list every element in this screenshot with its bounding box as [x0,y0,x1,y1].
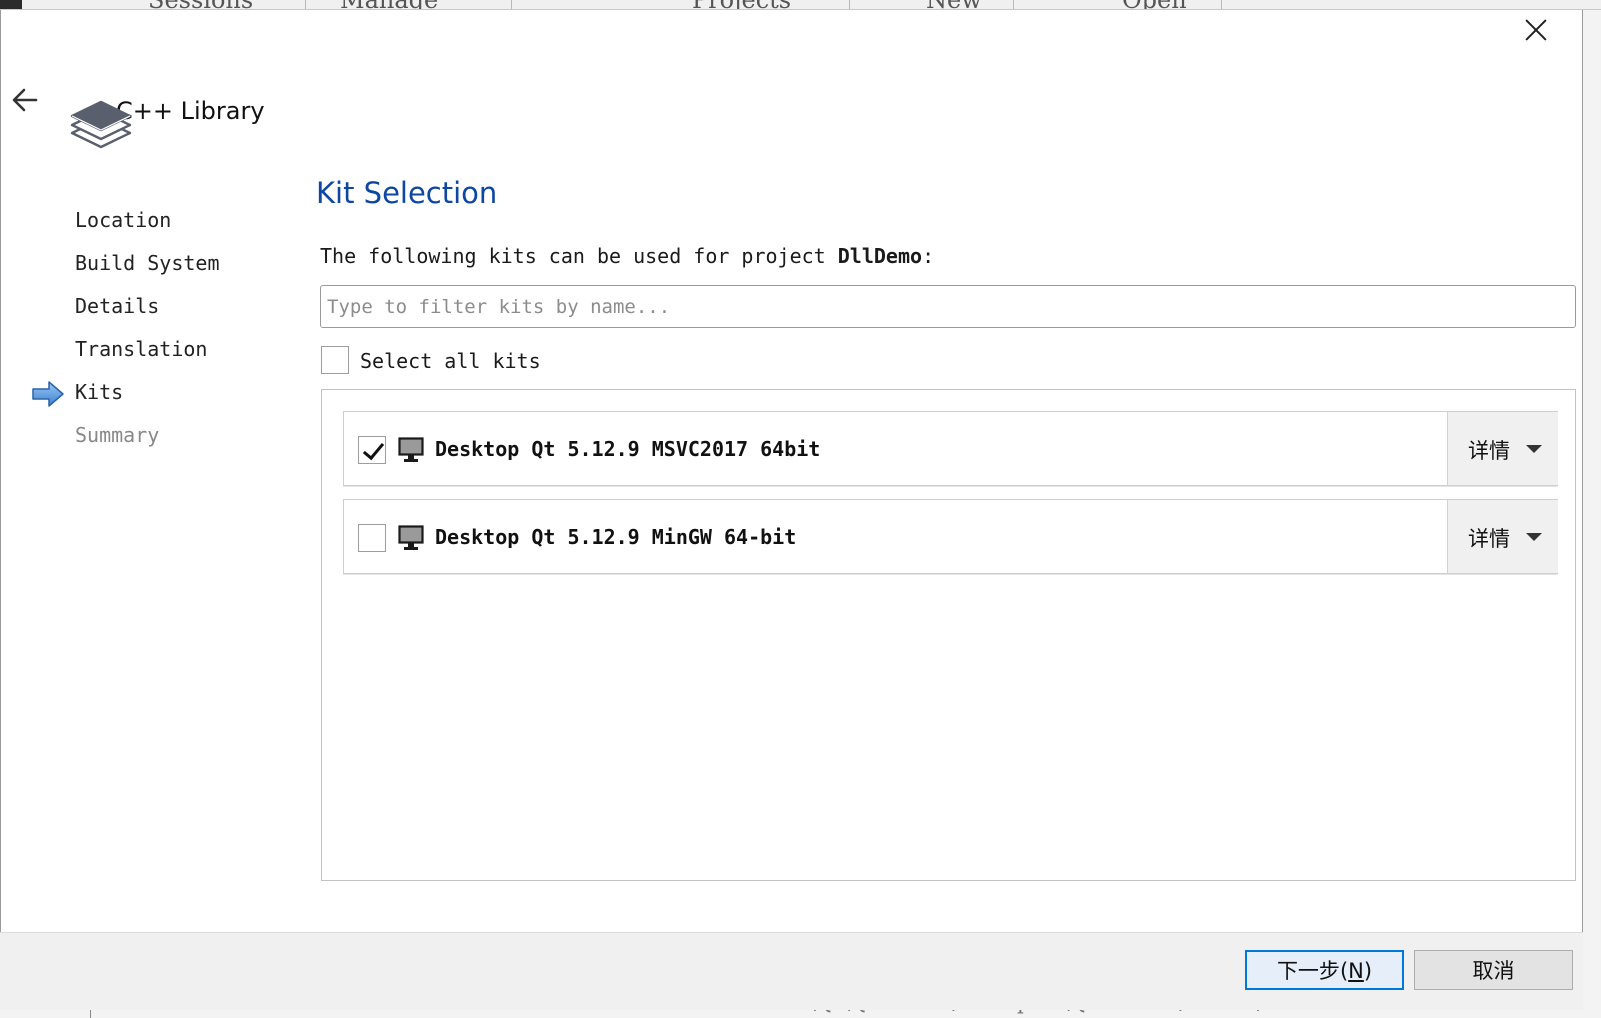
kit-name-mingw: Desktop Qt 5.12.9 MinGW 64-bit [435,525,797,549]
background-tab-sessions: Sessions [148,0,306,9]
kit-checkbox-msvc2017[interactable] [358,436,386,464]
step-build-system: Build System [75,251,220,275]
chevron-down-icon [1526,533,1542,541]
background-toolbar: Sessions Manage Projects New Open [0,0,1601,10]
details-label: 详情 [1468,527,1510,551]
step-details: Details [75,294,160,318]
wizard-title: C++ Library [116,97,265,125]
page-title: Kit Selection [316,176,498,210]
step-location: Location [75,208,172,232]
monitor-icon [398,525,424,550]
monitor-icon [398,437,424,462]
kits-intro-text: The following kits can be used for proje… [320,244,934,268]
step-translation: Translation [75,337,208,361]
arrow-left-icon[interactable] [8,82,46,118]
cancel-button[interactable]: 取消 [1414,950,1573,990]
kit-details-button-mingw[interactable]: 详情 [1447,500,1558,573]
background-tab-projects: Projects [692,0,850,9]
details-label: 详情 [1468,439,1510,463]
intro-suffix: : [922,244,935,268]
background-sidebar-edge [0,0,22,9]
project-name: DllDemo [837,244,923,268]
next-mnemonic: N [1348,959,1364,983]
background-tab-manage: Manage [340,0,512,9]
next-label: 下一步 [1276,959,1340,983]
back-button[interactable] [8,82,46,118]
select-all-kits-checkbox[interactable] [321,346,349,374]
step-kits: Kits [75,380,124,404]
background-tab-new: New [926,0,1014,9]
background-right-edge [1583,10,1601,1018]
intro-prefix: The following kits can be used for proje… [320,244,838,268]
library-stack-icon [70,100,132,149]
kit-filter-input[interactable] [320,285,1576,328]
background-tab-open: Open [1122,0,1222,9]
kit-name-msvc2017: Desktop Qt 5.12.9 MSVC2017 64bit [435,437,821,461]
kit-row-mingw[interactable]: Desktop Qt 5.12.9 MinGW 64-bit 详情 [343,499,1558,574]
kit-row-msvc2017[interactable]: Desktop Qt 5.12.9 MSVC2017 64bit 详情 [343,411,1558,486]
close-button[interactable] [1520,14,1552,46]
kit-details-button-msvc2017[interactable]: 详情 [1447,412,1558,485]
chevron-down-icon [1526,445,1542,453]
current-step-arrow-icon [32,381,64,407]
step-summary: Summary [75,423,160,447]
next-button[interactable]: 下一步(N) [1245,950,1404,990]
select-all-kits-label[interactable]: Select all kits [360,349,541,373]
kit-checkbox-mingw[interactable] [358,524,386,552]
